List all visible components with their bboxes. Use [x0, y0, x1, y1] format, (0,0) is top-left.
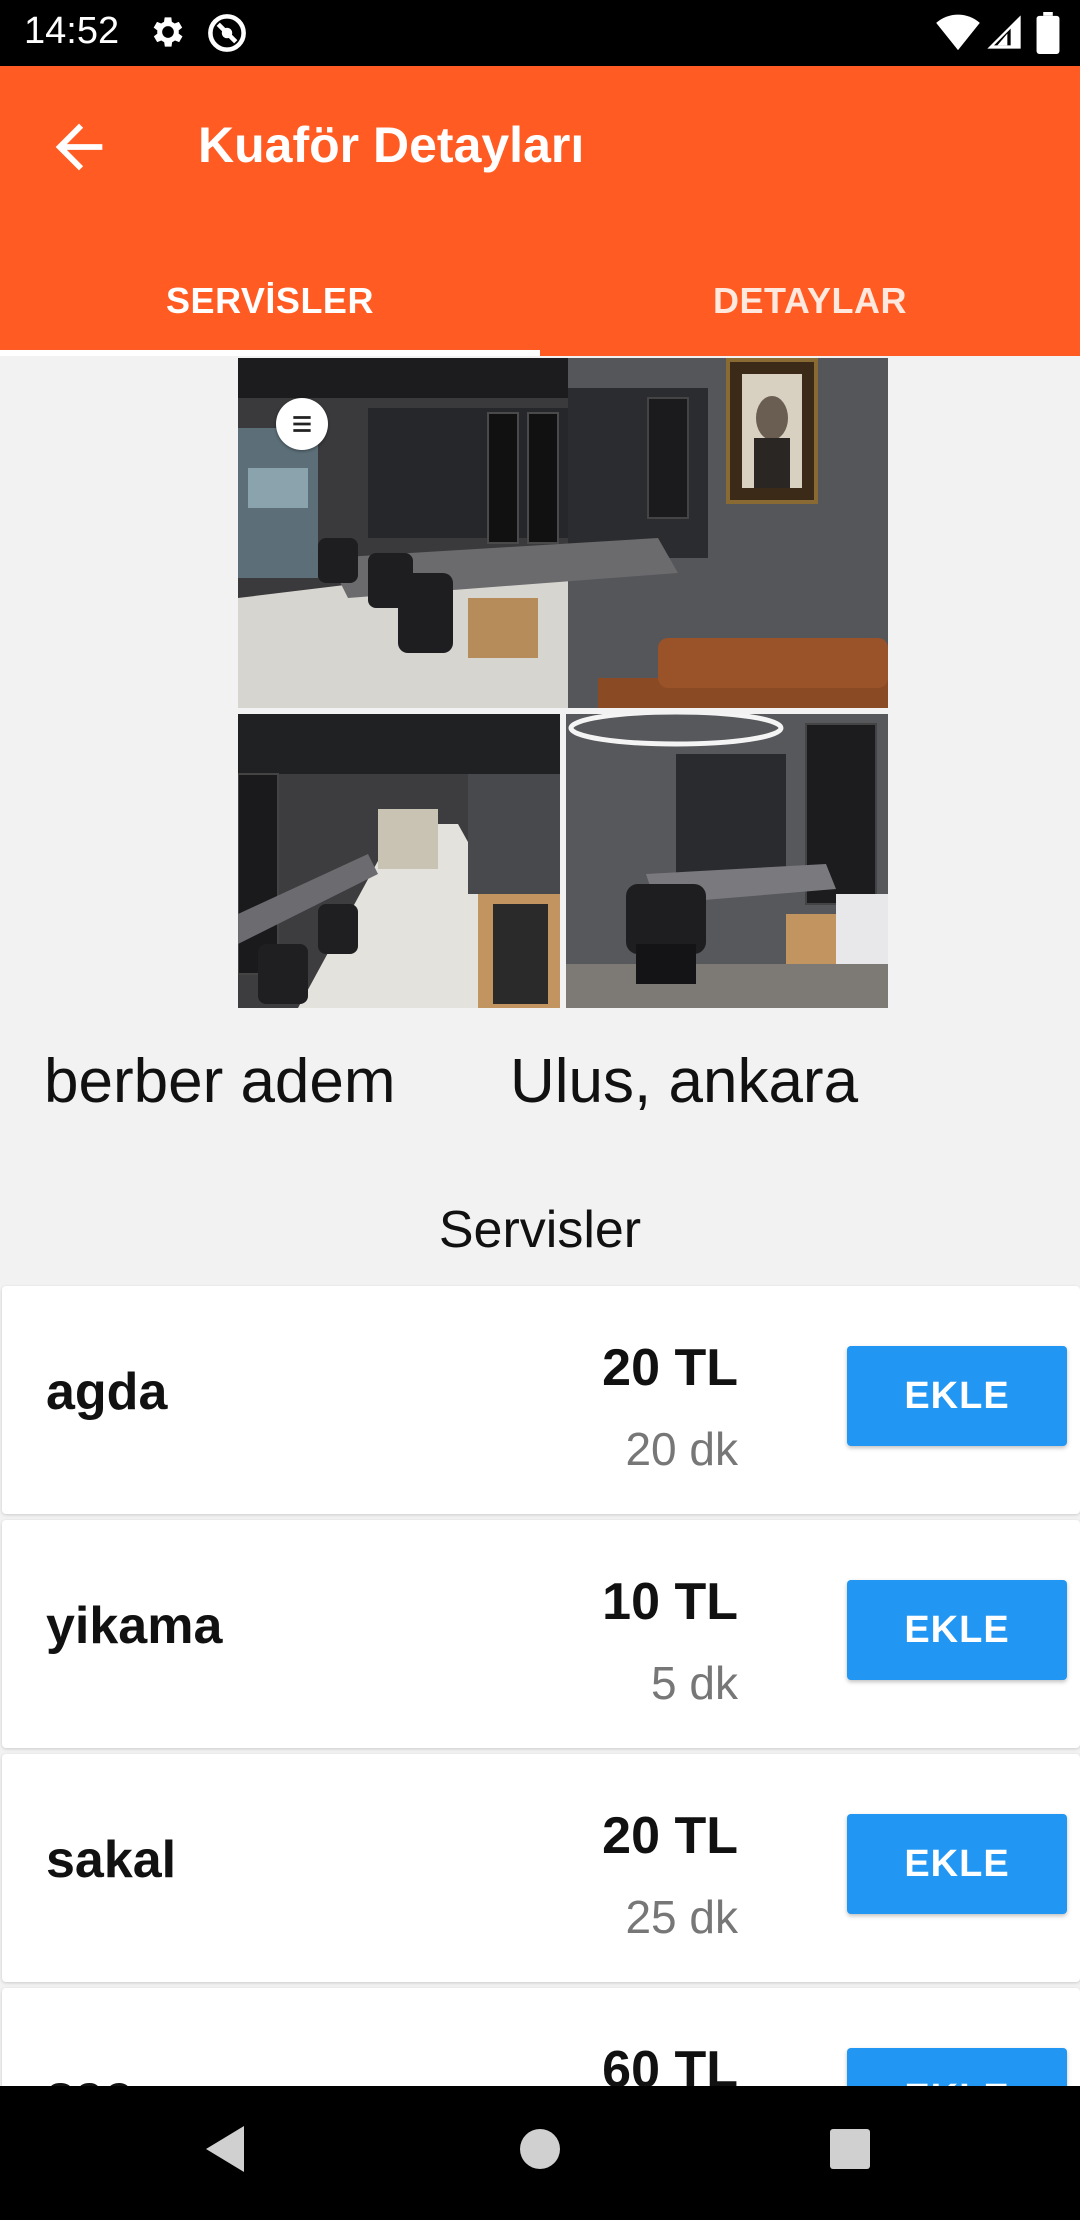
shop-location: Ulus, ankara	[510, 1047, 859, 1116]
at-sign-icon	[206, 12, 248, 59]
menu-icon	[289, 411, 315, 437]
home-circle-icon[interactable]	[518, 2124, 562, 2179]
tab-indicator	[0, 350, 540, 356]
add-service-button[interactable]: EKLE	[847, 1346, 1067, 1446]
service-name: yikama	[46, 1597, 223, 1655]
service-price: 20 TL	[602, 1339, 738, 1397]
menu-button[interactable]	[276, 398, 328, 450]
service-duration: 20 dk	[625, 1423, 738, 1475]
service-price: 20 TL	[602, 1807, 738, 1865]
shop-name: berber adem	[44, 1047, 396, 1116]
salon-photo-left[interactable]	[238, 714, 560, 1008]
tab-servisler[interactable]: SERVİSLER	[0, 246, 540, 356]
wifi-icon	[936, 12, 980, 57]
salon-photo-main[interactable]	[238, 358, 888, 708]
arrow-left-icon	[44, 123, 114, 186]
services-title: Servisler	[438, 1201, 642, 1259]
service-card: yikama 10 TL 5 dk EKLE	[2, 1520, 1080, 1748]
battery-icon	[1036, 12, 1060, 59]
service-card: agda 20 TL 20 dk EKLE	[2, 1286, 1080, 1514]
service-name: sakal	[46, 1831, 177, 1889]
tab-detaylar[interactable]: DETAYLAR	[540, 246, 1080, 356]
gear-icon	[148, 12, 188, 57]
service-duration: 25 dk	[625, 1891, 738, 1943]
recents-square-icon[interactable]	[828, 2124, 872, 2179]
system-nav-bar	[0, 2086, 1080, 2220]
status-time: 14:52	[24, 10, 120, 52]
back-button[interactable]	[44, 112, 114, 182]
add-service-button[interactable]: EKLE	[847, 1580, 1067, 1680]
page-title: Kuaför Detayları	[198, 117, 585, 173]
salon-photo-right[interactable]	[566, 714, 888, 1008]
service-duration: 5 dk	[651, 1657, 738, 1709]
add-service-button[interactable]: EKLE	[847, 1814, 1067, 1914]
back-triangle-icon[interactable]	[204, 2124, 248, 2179]
service-card: sakal 20 TL 25 dk EKLE	[2, 1754, 1080, 1982]
status-bar: 14:52	[0, 0, 1080, 66]
service-price: 10 TL	[602, 1573, 738, 1631]
tab-label: DETAYLAR	[712, 280, 908, 321]
salon-gallery	[238, 358, 888, 1008]
tab-label: SERVİSLER	[166, 280, 374, 321]
service-name: agda	[46, 1363, 168, 1421]
signal-icon	[984, 12, 1024, 57]
app-bar: Kuaför Detayları SERVİSLER DETAYLAR	[0, 66, 1080, 356]
